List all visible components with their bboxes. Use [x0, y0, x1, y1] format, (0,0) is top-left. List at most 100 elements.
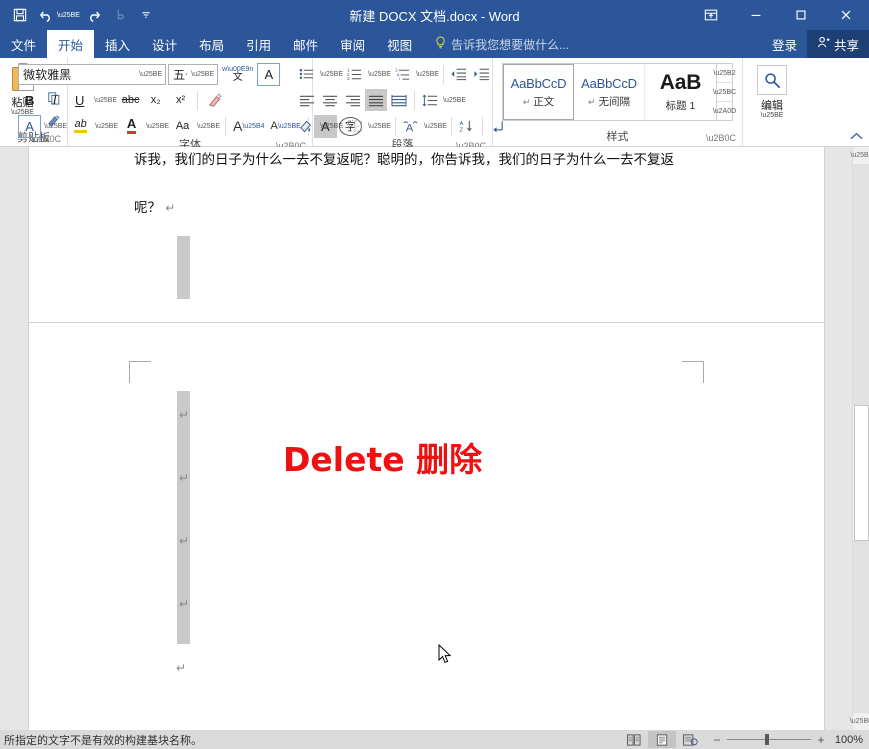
- scrollbar-track-top[interactable]: [853, 164, 869, 405]
- align-center-icon[interactable]: [319, 89, 341, 111]
- align-left-icon[interactable]: [296, 89, 318, 111]
- editing-dropdown-icon[interactable]: \u25BE: [761, 112, 784, 119]
- share-button[interactable]: 共享: [807, 30, 869, 58]
- zoom-in-button[interactable]: +: [816, 733, 826, 747]
- scrollbar-thumb[interactable]: [854, 405, 869, 541]
- style-label: ↵ 正文: [523, 94, 554, 109]
- phonetic-guide-icon[interactable]: w\u00E9n 文: [220, 63, 255, 86]
- style-item-no-spacing[interactable]: AaBbCcD ↵ 无间隔: [574, 64, 645, 120]
- maximize-button[interactable]: [778, 0, 823, 30]
- asian-layout-icon[interactable]: A: [400, 115, 422, 137]
- redo-icon[interactable]: [82, 3, 106, 27]
- superscript-button[interactable]: x²: [169, 89, 192, 112]
- scroll-up-icon[interactable]: \u25B2: [853, 147, 869, 164]
- grow-font-icon[interactable]: A\u25B4: [231, 115, 267, 138]
- distribute-icon[interactable]: [388, 89, 410, 111]
- tab-insert[interactable]: 插入: [94, 30, 141, 58]
- scroll-down-icon[interactable]: \u25BC: [853, 713, 869, 730]
- align-right-icon[interactable]: [342, 89, 364, 111]
- justify-icon[interactable]: [365, 89, 387, 111]
- tab-design[interactable]: 设计: [141, 30, 188, 58]
- underline-button[interactable]: U: [68, 89, 91, 112]
- styles-more-icon[interactable]: \u2A0D: [717, 102, 732, 120]
- borders-icon[interactable]: [344, 115, 366, 137]
- zoom-out-button[interactable]: −: [712, 733, 722, 747]
- close-button[interactable]: [823, 0, 869, 30]
- style-item-heading1[interactable]: AaB 标题 1: [645, 64, 716, 120]
- numbering-icon[interactable]: 123: [344, 63, 366, 85]
- tell-me-search[interactable]: 告诉我您想要做什么...: [423, 30, 569, 58]
- tab-layout[interactable]: 布局: [188, 30, 235, 58]
- style-item-normal[interactable]: AaBbCcD ↵ 正文: [503, 64, 574, 120]
- paragraph-mark-1: ↵: [179, 408, 189, 422]
- zoom-level-label[interactable]: 100%: [831, 734, 863, 746]
- multilevel-dropdown-icon[interactable]: \u25BE: [416, 71, 439, 78]
- underline-dropdown-icon[interactable]: \u25BE: [94, 97, 117, 104]
- editing-button[interactable]: 编辑 \u25BE: [757, 61, 787, 119]
- status-right-controls: − + 100%: [620, 731, 869, 748]
- strikethrough-button[interactable]: abc: [119, 89, 142, 112]
- multilevel-list-icon[interactable]: 1ai: [392, 63, 414, 85]
- view-read-mode-icon[interactable]: [620, 731, 648, 748]
- shading-dropdown-icon[interactable]: \u25BE: [320, 123, 343, 130]
- editing-group-label: [747, 130, 797, 146]
- styles-scroll-up-icon[interactable]: \u25B2: [717, 64, 732, 83]
- touch-mouse-mode-icon[interactable]: [108, 3, 132, 27]
- styles-group-label: 样式 \u2B0C: [497, 130, 738, 146]
- font-name-combo[interactable]: 微软雅黑 \u25BE: [18, 64, 166, 85]
- save-icon[interactable]: [8, 3, 32, 27]
- tab-file[interactable]: 文件: [0, 30, 47, 58]
- enclose-character-icon[interactable]: A: [257, 63, 280, 86]
- change-case-icon[interactable]: Aa: [171, 115, 194, 138]
- tab-review[interactable]: 审阅: [329, 30, 376, 58]
- window-controls: [688, 0, 869, 30]
- highlight-dropdown-icon[interactable]: \u25BE: [95, 123, 118, 130]
- styles-dialog-launcher[interactable]: \u2B0C: [706, 131, 736, 145]
- view-print-layout-icon[interactable]: [648, 731, 676, 748]
- customize-qat-icon[interactable]: [134, 3, 158, 27]
- bullets-icon[interactable]: [296, 63, 318, 85]
- ribbon-group-styles: AaBbCcD ↵ 正文 AaBbCcD ↵ 无间隔 AaB 标题 1 \u25…: [493, 58, 743, 146]
- sort-icon[interactable]: AZ: [456, 115, 478, 137]
- font-color-dropdown-icon[interactable]: \u25BE: [146, 123, 169, 130]
- change-case-dropdown-icon[interactable]: \u25BE: [197, 123, 220, 130]
- borders-dropdown-icon[interactable]: \u25BE: [368, 123, 391, 130]
- mouse-cursor: [438, 644, 452, 665]
- document-canvas[interactable]: 诉我，我们的日子为什么一去不复返呢？聪明的，你告诉我，我们的日子为什么一去不复返…: [0, 147, 852, 730]
- tab-mailings[interactable]: 邮件: [282, 30, 329, 58]
- subscript-button[interactable]: x₂: [144, 89, 167, 112]
- decrease-indent-icon[interactable]: [448, 63, 470, 85]
- text-highlight-icon[interactable]: ab: [69, 115, 92, 138]
- text-effects-dropdown-icon[interactable]: \u25BE: [44, 123, 67, 130]
- zoom-slider-thumb[interactable]: [765, 734, 769, 745]
- undo-icon[interactable]: [34, 3, 58, 27]
- zoom-slider-track[interactable]: [727, 739, 811, 740]
- tab-references[interactable]: 引用: [235, 30, 282, 58]
- line-spacing-icon[interactable]: [419, 89, 441, 111]
- font-color-icon[interactable]: A: [120, 115, 143, 138]
- chevron-down-icon[interactable]: \u25BE: [135, 71, 162, 78]
- collapse-ribbon-icon[interactable]: [850, 132, 863, 144]
- sign-in-button[interactable]: 登录: [762, 30, 807, 58]
- ribbon-display-options-icon[interactable]: [688, 0, 733, 30]
- asian-layout-dropdown-icon[interactable]: \u25BE: [424, 123, 447, 130]
- font-size-combo[interactable]: 五号 \u25BE: [168, 64, 218, 85]
- view-web-layout-icon[interactable]: [676, 731, 704, 748]
- numbering-dropdown-icon[interactable]: \u25BE: [368, 71, 391, 78]
- minimize-button[interactable]: [733, 0, 778, 30]
- clear-formatting-icon[interactable]: [203, 89, 226, 112]
- vertical-scrollbar[interactable]: \u25B2 \u25BC: [852, 147, 869, 730]
- bullets-dropdown-icon[interactable]: \u25BE: [320, 71, 343, 78]
- italic-button[interactable]: I: [43, 89, 66, 112]
- styles-scroll-down-icon[interactable]: \u25BC: [717, 83, 732, 102]
- text-effects-icon[interactable]: A: [18, 115, 41, 138]
- shading-icon[interactable]: [296, 115, 318, 137]
- increase-indent-icon[interactable]: [471, 63, 493, 85]
- scrollbar-track-bottom[interactable]: [853, 541, 869, 713]
- line-spacing-dropdown-icon[interactable]: \u25BE: [443, 97, 466, 104]
- tab-home[interactable]: 开始: [47, 30, 94, 58]
- undo-dropdown-icon[interactable]: \u25BE: [57, 12, 80, 19]
- tab-view[interactable]: 视图: [376, 30, 423, 58]
- bold-button[interactable]: B: [18, 89, 41, 112]
- chevron-down-icon[interactable]: \u25BE: [187, 71, 214, 78]
